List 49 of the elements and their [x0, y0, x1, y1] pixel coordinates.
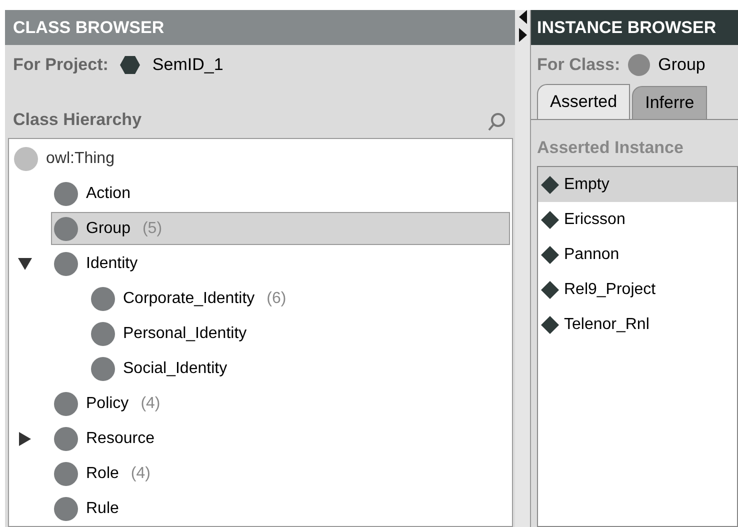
tree-item[interactable]: Personal_Identity: [88, 317, 248, 350]
panel-title: INSTANCE BROWSER: [537, 16, 716, 39]
project-label: For Project:: [13, 54, 108, 76]
section-label: Asserted Instance: [537, 136, 684, 158]
tree-item[interactable]: Action: [51, 177, 132, 210]
class-icon: [14, 146, 38, 170]
class-icon: [54, 252, 78, 276]
tree-item[interactable]: Social_Identity: [88, 352, 228, 385]
section-label: Class Hierarchy: [13, 108, 142, 130]
class-icon: [54, 392, 78, 416]
diamond-icon: [540, 174, 560, 194]
hexagon-icon: [120, 56, 140, 74]
class-icon: [54, 462, 78, 486]
tree-item[interactable]: Role (4): [51, 457, 152, 490]
tree-item[interactable]: Group (5): [51, 212, 510, 245]
instance-item[interactable]: Pannon: [538, 237, 737, 272]
class-name: Group: [658, 54, 706, 76]
tab[interactable]: Asserted: [537, 84, 630, 119]
project-name: SemID_1: [152, 54, 224, 76]
tree-item[interactable]: Rule: [51, 492, 120, 525]
tab[interactable]: Inferre: [632, 86, 708, 119]
search-icon[interactable]: [487, 112, 507, 132]
expand-triangle-icon[interactable]: [17, 432, 33, 446]
class-icon: [54, 426, 78, 450]
class-icon: [54, 216, 78, 240]
diamond-icon: [540, 210, 560, 230]
diamond-icon: [540, 314, 560, 334]
instance-item[interactable]: Rel9_Project: [538, 272, 737, 307]
tree-item[interactable]: Policy (4): [51, 387, 162, 420]
diamond-icon: [540, 280, 560, 300]
tree-item[interactable]: Identity: [51, 247, 139, 280]
tree-item[interactable]: Corporate_Identity (6): [88, 282, 288, 315]
tree-item[interactable]: Resource: [51, 422, 156, 455]
instance-item[interactable]: Empty: [538, 167, 737, 202]
diamond-icon: [540, 244, 560, 264]
class-icon: [54, 182, 78, 206]
class-label: For Class:: [537, 54, 620, 76]
tree-item[interactable]: owl:Thing: [11, 142, 116, 175]
class-icon: [91, 322, 115, 346]
class-icon: [91, 356, 115, 380]
panel-title: CLASS BROWSER: [13, 16, 164, 39]
instance-item[interactable]: Ericsson: [538, 202, 737, 237]
collapse-triangle-icon[interactable]: [17, 256, 33, 270]
instance-item[interactable]: Telenor_Rnl: [538, 307, 737, 342]
class-icon: [91, 286, 115, 310]
class-icon: [54, 496, 78, 520]
collapse-left-icon[interactable]: [518, 10, 526, 24]
expand-right-icon[interactable]: [518, 28, 526, 42]
class-icon: [628, 54, 650, 76]
